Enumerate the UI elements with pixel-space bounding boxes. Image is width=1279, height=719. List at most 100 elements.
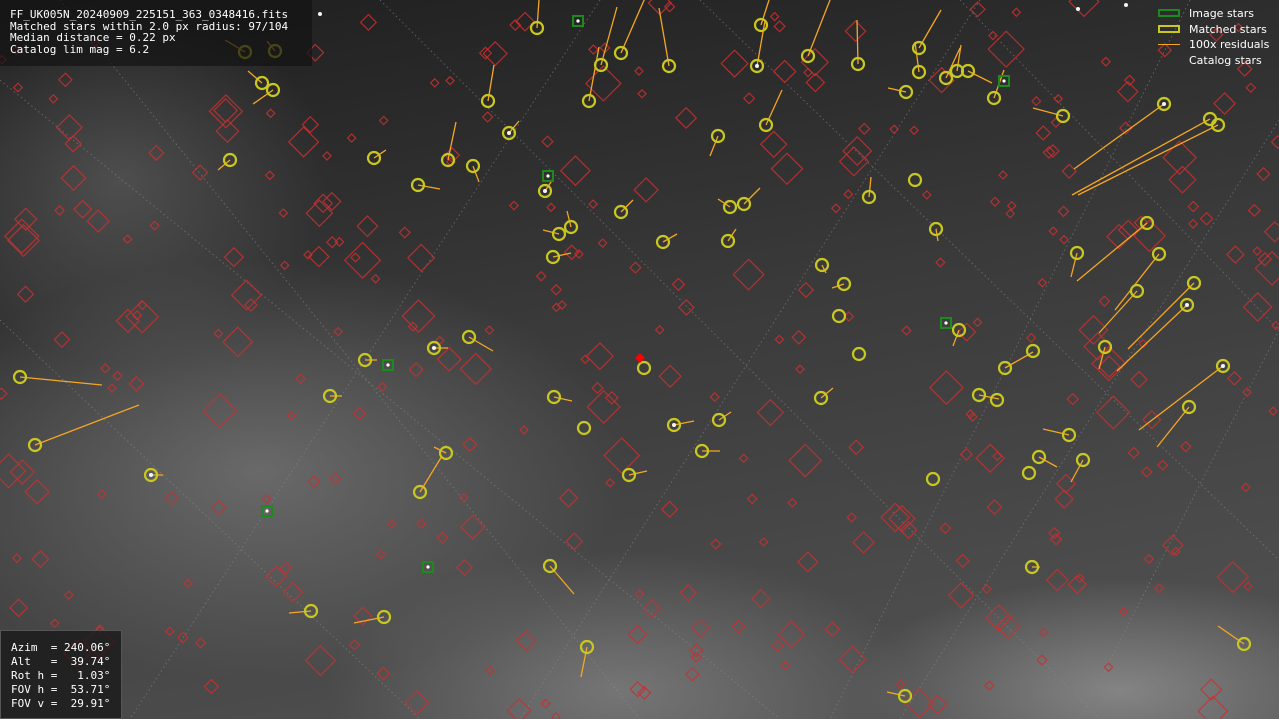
grid-line: [829, 0, 1191, 719]
catalog-star-marker: [541, 135, 554, 148]
catalog-star-marker: [1045, 568, 1069, 592]
catalog-star-marker: [769, 11, 780, 22]
catalog-star-marker: [12, 82, 24, 93]
catalog-star-marker: [60, 164, 87, 191]
catalog-star-marker: [788, 443, 823, 478]
bright-star-dot: [318, 12, 322, 16]
catalog-star-marker: [550, 283, 563, 296]
catalog-star-marker: [880, 502, 911, 533]
residual-vector: [553, 396, 573, 402]
legend-residuals: 100x residuals: [1156, 37, 1279, 53]
catalog-star-marker: [1240, 482, 1251, 493]
catalog-star-marker: [637, 88, 647, 99]
catalog-star-marker: [585, 342, 614, 371]
legend-image-stars-label: Image stars: [1189, 7, 1254, 20]
catalog-star-marker: [1179, 440, 1192, 453]
catalog-star-marker: [597, 238, 608, 249]
catalog-star-marker: [558, 488, 579, 508]
catalog-mag-text: Catalog lim mag = 6.2: [10, 42, 150, 56]
catalog-star-marker: [322, 150, 332, 161]
residual-vector: [600, 6, 618, 66]
catalog-star-marker: [24, 478, 50, 505]
matched-star-ring: [576, 420, 592, 436]
catalog-star-marker: [732, 258, 765, 291]
catalog-star-marker: [370, 273, 381, 284]
catalog-star-marker: [183, 578, 194, 589]
bright-star-dot: [755, 64, 759, 68]
catalog-star-marker: [774, 334, 785, 345]
matched-star-ring: [851, 346, 867, 362]
catalog-star-marker: [955, 553, 970, 568]
catalog-star-marker: [824, 621, 841, 638]
catalog-star-marker: [100, 363, 111, 374]
catalog-star-marker: [591, 381, 604, 395]
residual-vector: [978, 394, 1000, 400]
catalog-star-marker: [1199, 211, 1214, 226]
catalog-star-marker: [675, 106, 698, 130]
residual-vector: [1116, 304, 1188, 372]
catalog-star-marker: [777, 620, 806, 649]
legend-residuals-label: 100x residuals: [1189, 38, 1270, 51]
catalog-star-marker: [481, 111, 494, 123]
catalog-star-marker: [998, 170, 1008, 180]
image-star-dot: [576, 19, 580, 23]
catalog-star-marker: [278, 208, 289, 218]
catalog-star-marker: [858, 122, 871, 135]
catalog-star-marker: [1068, 0, 1100, 18]
catalog-star-marker: [731, 619, 746, 634]
catalog-star-marker: [720, 49, 749, 78]
catalog-star-marker: [671, 277, 686, 292]
catalog-star-marker: [1098, 295, 1111, 307]
catalog-star-marker: [1118, 606, 1129, 617]
catalog-star-marker: [588, 44, 599, 55]
residual-line-swatch-icon: [1158, 44, 1180, 45]
catalog-star-marker: [352, 406, 367, 421]
catalog-star-marker: [73, 199, 93, 219]
catalog-star-marker: [1168, 165, 1197, 194]
catalog-star-marker: [0, 387, 8, 401]
catalog-star-marker: [1055, 473, 1077, 494]
bright-star-dot: [1124, 3, 1128, 7]
catalog-star-marker: [535, 270, 547, 282]
catalog-star-marker: [743, 92, 756, 105]
rotation-text: Rot h = 1.03°: [11, 669, 111, 682]
catalog-star-marker: [1048, 226, 1059, 236]
catalog-star-marker: [1243, 581, 1253, 592]
catalog-star-marker: [939, 522, 952, 535]
catalog-star-marker: [279, 260, 290, 271]
catalog-star-marker: [378, 115, 389, 126]
catalog-star-marker: [758, 537, 769, 547]
catalog-star-marker: [1048, 526, 1061, 540]
residual-vector: [807, 0, 831, 57]
catalog-star-marker: [429, 77, 440, 88]
legend-catalog-stars: Catalog stars: [1156, 53, 1279, 69]
catalog-star-marker: [550, 711, 561, 719]
catalog-star-marker: [1053, 93, 1064, 104]
catalog-star-marker: [787, 497, 798, 508]
catalog-star-marker: [1263, 220, 1279, 243]
catalog-star-marker: [346, 133, 357, 143]
bright-star-dot: [672, 423, 676, 427]
catalog-star-marker: [658, 364, 682, 388]
residual-vector: [1217, 625, 1245, 645]
catalog-star-marker: [128, 375, 145, 392]
catalog-star-marker: [1157, 459, 1169, 471]
image-star-swatch-icon: [1158, 9, 1180, 17]
catalog-star-marker: [408, 362, 424, 378]
catalog-star-marker: [112, 370, 123, 382]
catalog-star-marker: [9, 459, 36, 485]
catalog-star-marker: [921, 190, 932, 200]
catalog-star-marker: [1187, 200, 1200, 213]
catalog-star-marker: [348, 638, 361, 651]
catalog-star-marker: [415, 518, 427, 529]
catalog-star-swatch-icon: [1158, 56, 1180, 64]
catalog-star-marker: [11, 553, 22, 564]
bright-star-dot: [1221, 364, 1225, 368]
residual-vector: [658, 7, 670, 67]
catalog-star-marker: [1216, 560, 1249, 594]
catalog-star-marker: [376, 666, 391, 681]
catalog-star-marker: [148, 144, 165, 161]
catalog-star-marker: [86, 209, 110, 233]
residual-vector: [1127, 282, 1195, 350]
catalog-star-marker: [1127, 446, 1141, 460]
